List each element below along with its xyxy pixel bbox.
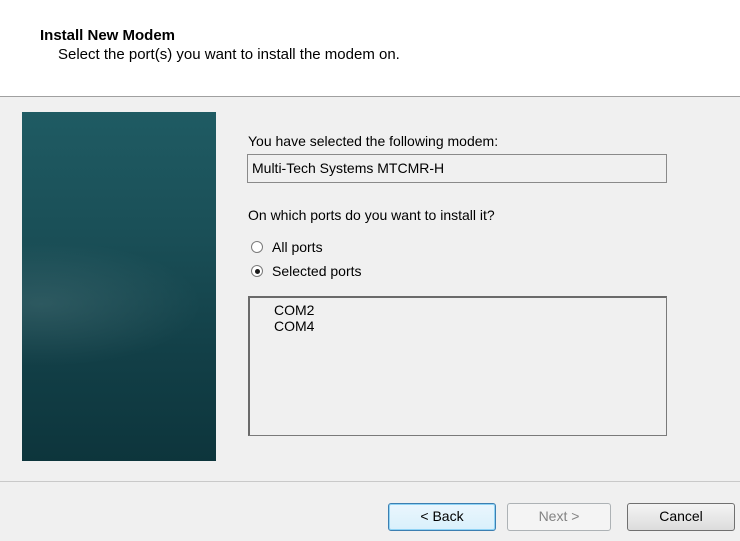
wizard-subtitle: Select the port(s) you want to install t…	[58, 46, 400, 63]
radio-all-ports-label: All ports	[272, 239, 323, 255]
ports-question-label: On which ports do you want to install it…	[248, 207, 495, 223]
port-list-item[interactable]: COM2	[274, 302, 666, 318]
radio-selected-ports-label: Selected ports	[272, 263, 362, 279]
back-button[interactable]: < Back	[388, 503, 496, 531]
selected-modem-label: You have selected the following modem:	[248, 133, 499, 149]
wizard-side-graphic	[22, 112, 216, 461]
footer-divider	[0, 481, 740, 482]
port-list-item[interactable]: COM4	[274, 318, 666, 334]
radio-checked-icon[interactable]	[251, 265, 263, 277]
next-button[interactable]: Next >	[507, 503, 611, 531]
radio-unchecked-icon[interactable]	[251, 241, 263, 253]
radio-all-ports[interactable]: All ports	[251, 239, 323, 255]
selected-modem-field: Multi-Tech Systems MTCMR-H	[247, 154, 667, 183]
wizard-header: Install New Modem Select the port(s) you…	[0, 0, 740, 97]
wizard-title: Install New Modem	[40, 27, 176, 44]
radio-selected-ports[interactable]: Selected ports	[251, 263, 362, 279]
cancel-button[interactable]: Cancel	[627, 503, 735, 531]
port-list[interactable]: COM2 COM4	[248, 296, 667, 436]
